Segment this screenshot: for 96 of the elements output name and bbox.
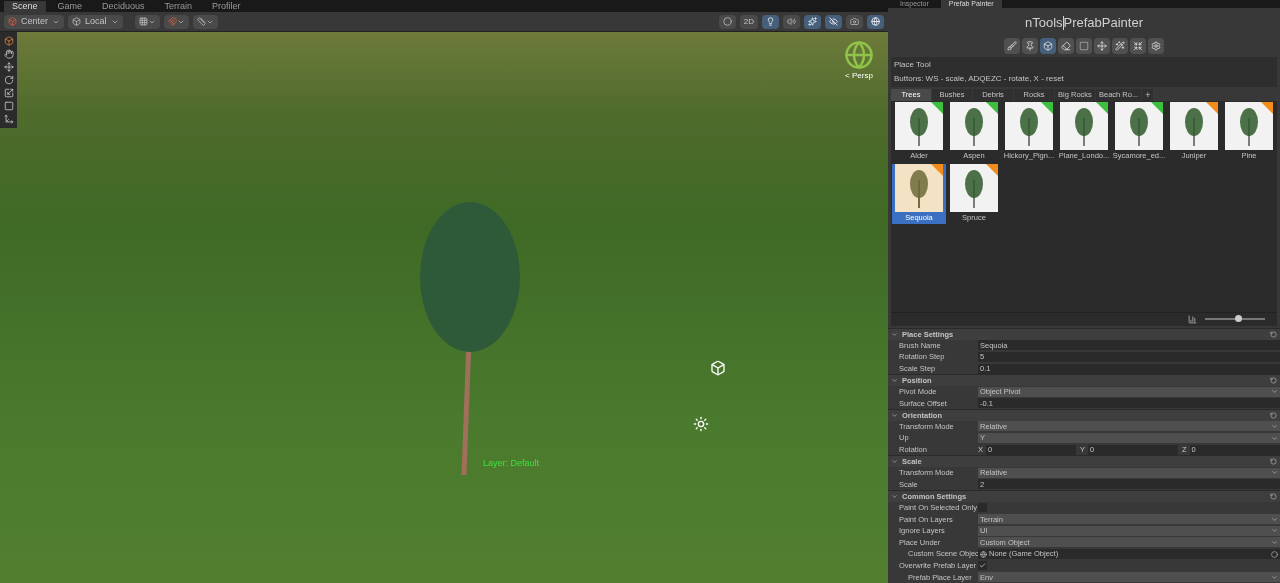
ruler-button[interactable] bbox=[192, 14, 218, 29]
layer-label: Layer: Default bbox=[483, 457, 540, 470]
brush-tool-button[interactable] bbox=[1004, 38, 1020, 54]
thumbnail-size-slider[interactable] bbox=[1205, 318, 1265, 321]
effects-icon bbox=[808, 17, 817, 26]
dimension-toggle[interactable]: 2D bbox=[739, 14, 758, 29]
grid-snap-button[interactable] bbox=[134, 14, 160, 29]
tree-thumbnail-drawing bbox=[1073, 106, 1095, 146]
object-icon bbox=[980, 550, 987, 558]
caret-icon bbox=[1271, 469, 1278, 477]
light-icon bbox=[693, 416, 709, 432]
brush-icon bbox=[1007, 41, 1017, 51]
pin-tool-button[interactable] bbox=[1022, 38, 1038, 54]
select-icon bbox=[1079, 41, 1089, 51]
camera-icon bbox=[850, 17, 859, 26]
wand-icon bbox=[1115, 41, 1125, 51]
eraser-icon bbox=[1061, 41, 1071, 51]
cube-icon bbox=[72, 17, 81, 26]
shading-toggle[interactable] bbox=[718, 14, 736, 29]
light-toggle[interactable] bbox=[762, 14, 779, 29]
settings-icon bbox=[1151, 41, 1161, 51]
scatter-icon bbox=[1133, 41, 1143, 51]
eraser-tool-button[interactable] bbox=[1058, 38, 1074, 54]
pivot-dropdown[interactable]: Center bbox=[4, 14, 64, 29]
collapse-icon bbox=[891, 458, 898, 466]
move-tool-icon bbox=[3, 62, 14, 72]
prefab-cube-icon bbox=[710, 360, 726, 376]
audio-icon bbox=[787, 17, 796, 26]
check-icon bbox=[979, 562, 986, 570]
hidden-icon bbox=[829, 17, 838, 26]
cube-icon bbox=[8, 17, 17, 26]
gizmos-toggle[interactable] bbox=[867, 14, 884, 29]
title-text: PrefabPainter bbox=[1063, 14, 1144, 33]
editor-tab[interactable]: Terrain bbox=[156, 1, 201, 12]
camera-toggle[interactable] bbox=[846, 14, 863, 29]
view-tool-icon bbox=[3, 36, 14, 46]
select-tool-button[interactable] bbox=[1076, 38, 1092, 54]
shading-icon bbox=[722, 17, 732, 26]
audio-toggle[interactable] bbox=[783, 14, 800, 29]
scale-tool-icon bbox=[3, 88, 14, 98]
editor-tab[interactable]: Deciduous bbox=[94, 1, 153, 12]
gizmo-label[interactable]: < Persp bbox=[845, 70, 873, 82]
tool-name: Place Tool bbox=[894, 59, 932, 71]
title-text: nTools bbox=[1024, 14, 1063, 33]
tree-thumbnail-drawing bbox=[908, 106, 930, 146]
snap-button[interactable] bbox=[163, 14, 189, 29]
add-category-button[interactable]: + bbox=[1142, 89, 1154, 101]
magnet-icon bbox=[167, 17, 177, 26]
collapse-icon bbox=[891, 493, 898, 501]
light-icon bbox=[766, 17, 775, 26]
effects-toggle[interactable] bbox=[804, 14, 821, 29]
place-tool-button[interactable] bbox=[1040, 38, 1056, 54]
hidden-toggle[interactable] bbox=[825, 14, 842, 29]
slider-handle[interactable] bbox=[1235, 315, 1242, 323]
tree-thumbnail-drawing bbox=[963, 168, 985, 208]
reset-icon bbox=[1270, 411, 1277, 419]
grid-icon bbox=[138, 17, 148, 26]
hand-tool-icon bbox=[3, 49, 14, 59]
tree-thumbnail-drawing bbox=[908, 168, 930, 208]
caret-icon bbox=[1271, 388, 1278, 396]
checkbox[interactable] bbox=[978, 561, 987, 571]
tree-thumbnail-drawing bbox=[1018, 106, 1040, 146]
scene-viewport[interactable]: < Persp Layer: Default bbox=[0, 32, 888, 583]
tree-thumbnail-drawing bbox=[1128, 106, 1150, 146]
collapse-icon bbox=[891, 377, 898, 385]
rect-tool-icon bbox=[3, 101, 14, 111]
settings-tool-button[interactable] bbox=[1148, 38, 1164, 54]
picker-icon[interactable] bbox=[1271, 550, 1278, 558]
scatter-tool-button[interactable] bbox=[1130, 38, 1146, 54]
reset-icon bbox=[1270, 377, 1277, 385]
editor-tab[interactable]: Game bbox=[49, 1, 91, 12]
collapse-icon bbox=[891, 411, 898, 419]
tree-thumbnail-drawing bbox=[1238, 106, 1260, 146]
ruler-icon bbox=[196, 17, 206, 26]
rotate-tool-icon bbox=[3, 75, 14, 85]
collapse-icon bbox=[891, 330, 898, 338]
move-icon bbox=[1097, 41, 1107, 51]
editor-tab[interactable]: Profiler bbox=[204, 1, 249, 12]
pin-icon bbox=[1025, 41, 1035, 51]
transform-tool-icon bbox=[3, 114, 14, 124]
caret-icon bbox=[1271, 573, 1278, 581]
orientation-gizmo-icon bbox=[844, 40, 874, 70]
tool-hint: Buttons: WS - scale, ADQEZC - rotate, X - reset bbox=[894, 73, 1065, 85]
chart-icon bbox=[1188, 314, 1197, 324]
editor-tab[interactable]: Scene bbox=[4, 1, 46, 12]
checkbox[interactable] bbox=[978, 503, 987, 513]
place-icon bbox=[1043, 41, 1053, 51]
gizmos-icon bbox=[871, 17, 880, 26]
reset-icon bbox=[1270, 330, 1277, 338]
tree-thumbnail-drawing bbox=[1183, 106, 1205, 146]
tree-thumbnail-drawing bbox=[963, 106, 985, 146]
space-dropdown[interactable]: Local bbox=[68, 14, 123, 29]
reset-icon bbox=[1270, 458, 1277, 466]
wand-tool-button[interactable] bbox=[1112, 38, 1128, 54]
move-tool-button[interactable] bbox=[1094, 38, 1110, 54]
reset-icon bbox=[1270, 493, 1277, 501]
